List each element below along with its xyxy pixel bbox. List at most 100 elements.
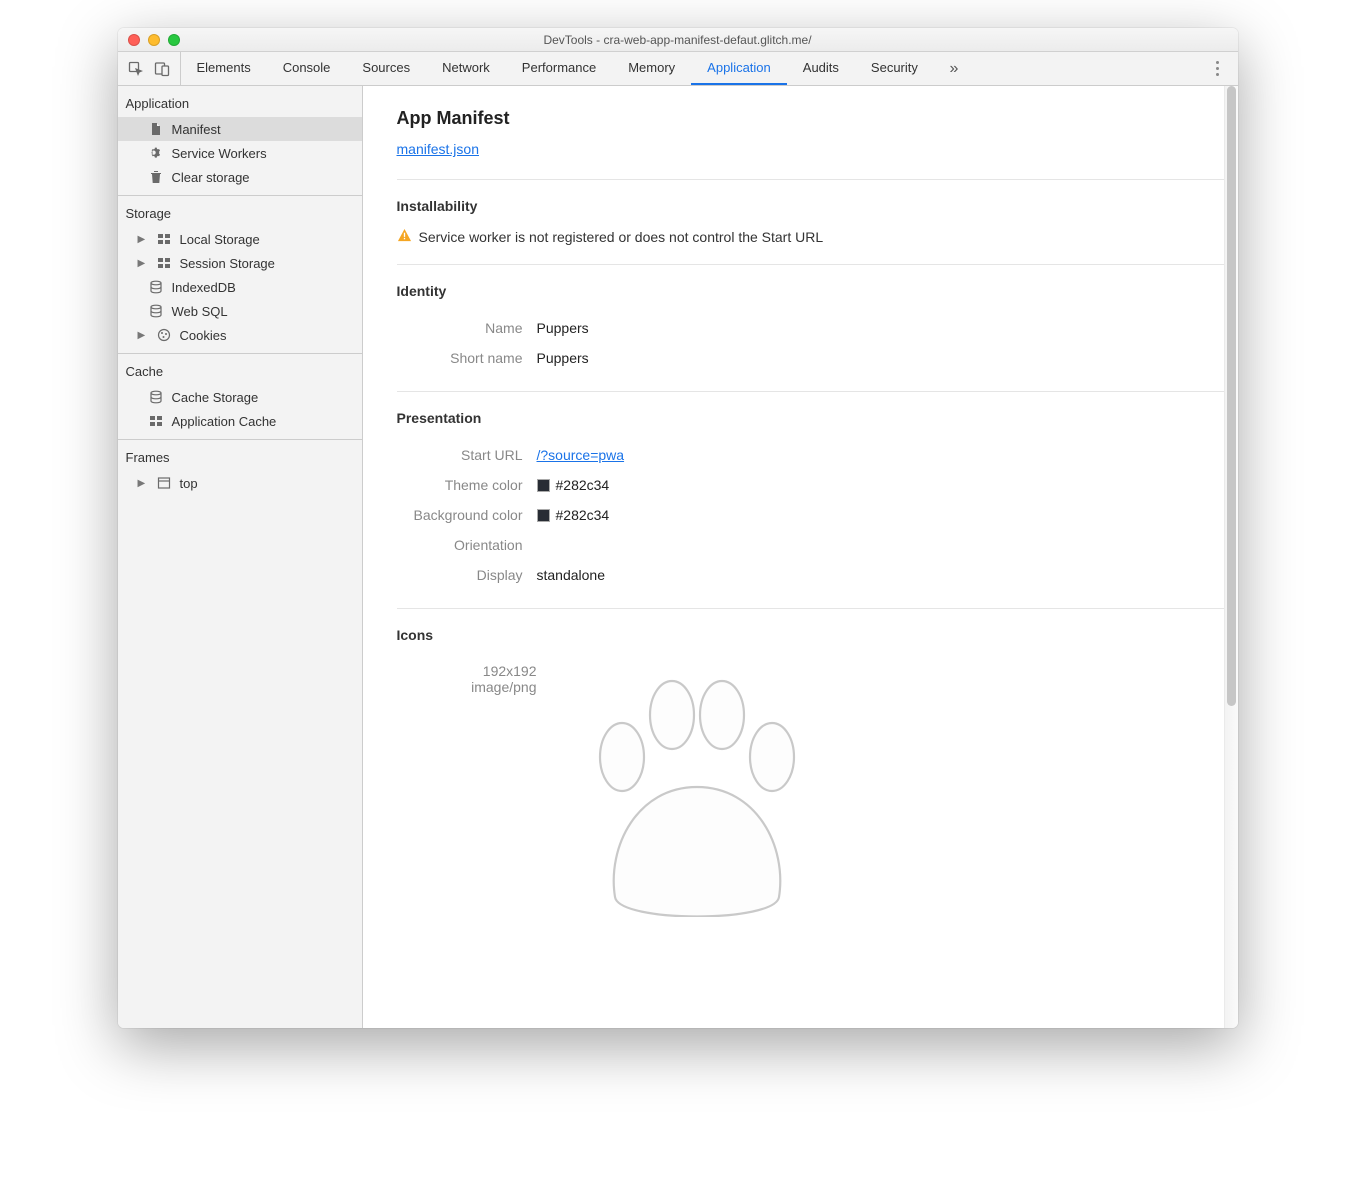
field-orientation: Orientation [397, 530, 1238, 560]
color-swatch [537, 509, 550, 522]
section-icons: Icons 192x192 image/png [397, 608, 1238, 935]
tab-performance[interactable]: Performance [506, 52, 612, 85]
tab-label: Console [283, 60, 331, 75]
tabbar-tools [118, 52, 181, 85]
sidebar-item-label: top [180, 476, 198, 491]
sidebar-group-cache: Cache [118, 353, 362, 385]
sidebar-item-label: Application Cache [172, 414, 277, 429]
section-title: Identity [397, 283, 1238, 299]
tab-label: Sources [362, 60, 410, 75]
grid-icon [156, 231, 172, 247]
device-toolbar-icon[interactable] [154, 61, 170, 77]
sidebar-item-clear-storage[interactable]: Clear storage [118, 165, 362, 189]
field-value: Puppers [537, 350, 589, 366]
installability-warning: Service worker is not registered or does… [397, 228, 1238, 246]
sidebar-item-top-frame[interactable]: ▶ top [118, 471, 362, 495]
scrollbar[interactable] [1224, 86, 1238, 1028]
sidebar-item-label: Clear storage [172, 170, 250, 185]
sidebar-item-session-storage[interactable]: ▶ Session Storage [118, 251, 362, 275]
section-identity: Identity Name Puppers Short name Puppers [397, 264, 1238, 391]
window-controls [128, 34, 180, 46]
tab-console[interactable]: Console [267, 52, 347, 85]
sidebar-item-cache-storage[interactable]: Cache Storage [118, 385, 362, 409]
tab-label: Elements [197, 60, 251, 75]
tab-audits[interactable]: Audits [787, 52, 855, 85]
field-start-url: Start URL /?source=pwa [397, 440, 1238, 470]
section-title: Installability [397, 198, 1238, 214]
tab-memory[interactable]: Memory [612, 52, 691, 85]
warning-icon [397, 228, 412, 246]
chevrons-right-icon: » [949, 60, 958, 78]
titlebar: DevTools - cra-web-app-manifest-defaut.g… [118, 28, 1238, 52]
field-short-name: Short name Puppers [397, 343, 1238, 373]
tab-elements[interactable]: Elements [181, 52, 267, 85]
grid-icon [156, 255, 172, 271]
icon-meta: 192x192 image/png [397, 657, 537, 695]
field-label: Orientation [397, 537, 537, 553]
sidebar-item-service-workers[interactable]: Service Workers [118, 141, 362, 165]
start-url-link[interactable]: /?source=pwa [537, 447, 625, 463]
sidebar-item-label: Web SQL [172, 304, 228, 319]
sidebar-item-indexeddb[interactable]: IndexedDB [118, 275, 362, 299]
manifest-link[interactable]: manifest.json [397, 141, 479, 157]
cookie-icon [156, 327, 172, 343]
field-label: Background color [397, 507, 537, 523]
devtools-menu-button[interactable] [1198, 52, 1238, 85]
tab-overflow-button[interactable]: » [934, 52, 974, 85]
icon-size: 192x192 [397, 663, 537, 679]
field-label: Display [397, 567, 537, 583]
chevron-right-icon: ▶ [138, 258, 148, 269]
sidebar-group-storage: Storage [118, 195, 362, 227]
field-label: Theme color [397, 477, 537, 493]
tab-label: Application [707, 60, 771, 75]
section-title: Presentation [397, 410, 1238, 426]
field-background-color: Background color #282c34 [397, 500, 1238, 530]
sidebar-item-manifest[interactable]: Manifest [118, 117, 362, 141]
application-sidebar: Application Manifest Service Workers Cle… [118, 86, 363, 1028]
sidebar-item-local-storage[interactable]: ▶ Local Storage [118, 227, 362, 251]
tab-network[interactable]: Network [426, 52, 506, 85]
sidebar-item-label: IndexedDB [172, 280, 236, 295]
panel-tabs: Elements Console Sources Network Perform… [181, 52, 1198, 85]
inspect-element-icon[interactable] [128, 61, 144, 77]
section-title: Icons [397, 627, 1238, 643]
tab-application[interactable]: Application [691, 52, 787, 85]
devtools-tabbar: Elements Console Sources Network Perform… [118, 52, 1238, 86]
close-window-button[interactable] [128, 34, 140, 46]
page-title: App Manifest [397, 108, 1238, 129]
scrollbar-thumb[interactable] [1227, 86, 1236, 706]
gear-icon [148, 145, 164, 161]
tab-security[interactable]: Security [855, 52, 934, 85]
field-label: Start URL [397, 447, 537, 463]
sidebar-item-label: Cache Storage [172, 390, 259, 405]
database-icon [148, 303, 164, 319]
devtools-body: Application Manifest Service Workers Cle… [118, 86, 1238, 1028]
database-icon [148, 389, 164, 405]
database-icon [148, 279, 164, 295]
warning-text: Service worker is not registered or does… [419, 229, 824, 245]
section-presentation: Presentation Start URL /?source=pwa Them… [397, 391, 1238, 608]
icon-entry: 192x192 image/png [397, 657, 1238, 917]
field-value: standalone [537, 567, 606, 583]
field-value: Puppers [537, 320, 589, 336]
chevron-right-icon: ▶ [138, 330, 148, 341]
main-panel: App Manifest manifest.json Installabilit… [363, 86, 1238, 1028]
field-theme-color: Theme color #282c34 [397, 470, 1238, 500]
trash-icon [148, 169, 164, 185]
sidebar-item-cookies[interactable]: ▶ Cookies [118, 323, 362, 347]
tab-sources[interactable]: Sources [346, 52, 426, 85]
sidebar-group-frames: Frames [118, 439, 362, 471]
color-swatch [537, 479, 550, 492]
sidebar-item-websql[interactable]: Web SQL [118, 299, 362, 323]
tab-label: Memory [628, 60, 675, 75]
section-installability: Installability Service worker is not reg… [397, 179, 1238, 264]
minimize-window-button[interactable] [148, 34, 160, 46]
app-icon-preview [567, 657, 827, 917]
field-label: Name [397, 320, 537, 336]
zoom-window-button[interactable] [168, 34, 180, 46]
sidebar-item-application-cache[interactable]: Application Cache [118, 409, 362, 433]
color-hex: #282c34 [556, 477, 610, 493]
tab-label: Performance [522, 60, 596, 75]
chevron-right-icon: ▶ [138, 478, 148, 489]
tab-label: Audits [803, 60, 839, 75]
